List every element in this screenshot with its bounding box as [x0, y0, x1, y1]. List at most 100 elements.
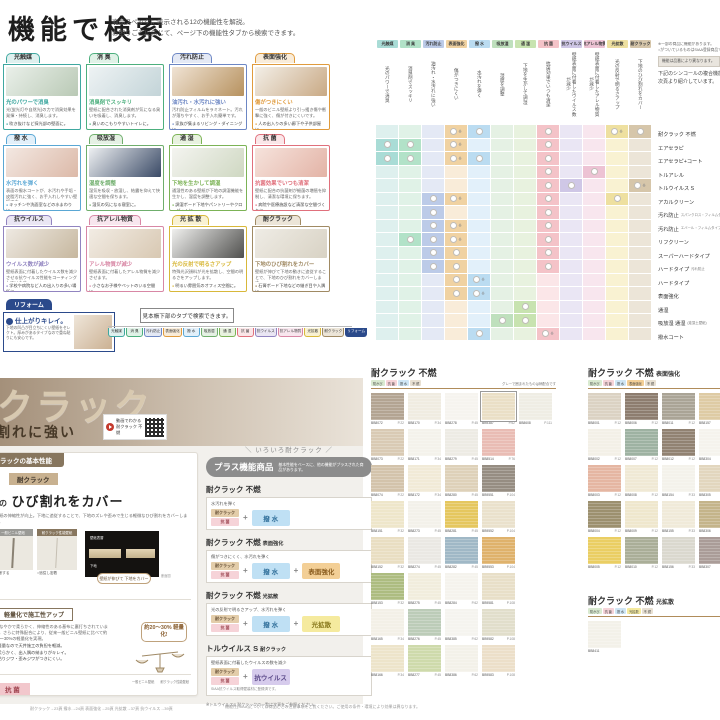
matrix-cell — [583, 166, 605, 179]
matrix-circle-mark — [430, 195, 437, 202]
matrix-row-name: ハードタイプ — [658, 266, 689, 273]
swatch-grid-body: BB8072P.22BB8170P.34BB8278P.45BB9387P.62… — [371, 393, 556, 677]
matrix-column-desc: 光のパワーで消臭 — [385, 51, 391, 117]
swatch-label: BB8165P.34 — [371, 637, 404, 641]
swatch-page: P.45 — [435, 565, 441, 569]
matrix-column-header: 抗ウイルス壁紙表面に付着したウイルス数が減少 — [560, 40, 583, 122]
cross-note: 断面図 — [161, 573, 171, 578]
swatch: BB9387P.62 — [482, 393, 515, 425]
plus-section-box: 傷がつきにくく、水汚れを弾く耐クラック抗 菌+撥 水+表面強化 — [206, 550, 372, 583]
matrix-column-desc: 下地のひび割れをカバー — [638, 51, 644, 117]
swatch-color — [371, 501, 404, 528]
matrix-cell — [422, 139, 444, 152]
swatch-page: P.22 — [398, 457, 404, 461]
swatch-label: BB8166P.34 — [371, 673, 404, 677]
base-chip-crack: 耐クラック — [211, 562, 239, 570]
swatch-color — [482, 465, 515, 492]
function-card-photo — [89, 229, 161, 258]
function-card-body: 抗菌効果でいつも清潔壁紙に配合の抗菌剤が細菌の増殖を抑制し、清潔な環境に保ちます… — [252, 145, 330, 211]
swatch-page: P.34 — [398, 673, 404, 677]
matrix-row-labels: 耐クラック 不燃エアセラピエアセラピ+コートトルアレルトルウイルス Sアカルクリ… — [658, 128, 720, 344]
plus-bubble: プラス機能商品 基本性能をベースに、他の機能がプラスされた商品があります。 — [206, 457, 372, 477]
matrix-cell — [399, 260, 421, 273]
swatch-grid-title: 耐クラック 不燃 光拡散 — [588, 594, 720, 607]
function-card-photo — [172, 67, 244, 96]
swatch-color — [482, 573, 515, 600]
swatch-color — [662, 537, 695, 564]
matrix-column-desc: 消臭剤でスッキリ — [408, 51, 414, 117]
matrix-cell — [560, 139, 582, 152]
matrix-cell: ※ — [537, 328, 559, 341]
function-mini-tab: 光触媒 — [108, 328, 125, 337]
matrix-cell — [376, 206, 398, 219]
swatch-page: P.45 — [472, 421, 478, 425]
plus-section: 耐クラック 不燃 光拡散光の反射で明るさアップ、水汚れを弾く耐クラック抗 菌+撥… — [206, 590, 372, 636]
function-card-tab: 表面強化 — [255, 53, 295, 63]
matrix-cell — [606, 166, 628, 179]
swatch-page: P.62 — [472, 601, 478, 605]
plus-section-suffix: 光拡散 — [263, 594, 279, 600]
function-card-photo — [172, 148, 244, 177]
swatch-label: BB9582P.108 — [482, 637, 515, 641]
swatch-code: BB8004 — [588, 529, 600, 533]
matrix-row-suffix: エバール・フィルムタイプ — [681, 227, 720, 231]
function-card-photo — [89, 148, 161, 177]
matrix-cell — [399, 287, 421, 300]
matrix-cell — [583, 247, 605, 260]
swatch-color — [371, 537, 404, 564]
function-cards-grid: 光触媒光のパワーで消臭光(蛍光灯や自然光)の力で消臭効果を発揮・持続し、消臭しま… — [3, 46, 330, 289]
matrix-row-label: 表面強化 — [658, 290, 720, 304]
plus-function-chip: 表面強化 — [302, 563, 340, 579]
plus-products-column: ＼ いろいろ耐クラック ／ プラス機能商品 基本性能をベースに、他の機能がプラス… — [206, 444, 372, 708]
matrix-cell — [629, 193, 651, 206]
swatch-page: P.104 — [507, 529, 515, 533]
swatch-page: P.45 — [435, 601, 441, 605]
swatch-page: P.104 — [507, 565, 515, 569]
plus-function-chip: 撥 水 — [252, 616, 290, 632]
matrix-column-chip: 消 臭 — [400, 40, 421, 48]
swatch-code: BB8305 — [699, 493, 711, 497]
matrix-cell: ※ — [629, 179, 651, 192]
matrix-cell — [514, 314, 536, 327]
matrix-cell — [491, 152, 513, 165]
matrix-row-name: 通湿 — [658, 307, 668, 314]
matrix-cell — [468, 193, 490, 206]
matrix-column-chip: 抗 菌 — [538, 40, 559, 48]
swatch-page: P.33 — [689, 565, 695, 569]
matrix-cell — [399, 139, 421, 152]
swatch-grid-badge: 撥 水 — [615, 608, 626, 614]
plus-section: トルウイルス S 耐クラック壁紙表面に付着したウイルスの数を減少耐クラック抗 菌… — [206, 643, 372, 696]
swatch-grid-body: BB8001P.12BB8006P.12BB8011P.12BB8157BB80… — [588, 393, 720, 569]
matrix-cell — [422, 206, 444, 219]
matrix-cell — [514, 260, 536, 273]
function-card-body: 下地を生かして調湿通湿性のある壁紙が下地の調湿機能を生かし、湿度を調整します。●… — [169, 145, 247, 211]
function-mini-tab: 耐クラック — [322, 328, 344, 337]
swatch-code: BB9582 — [482, 637, 494, 641]
swatch: BB8010P.12 — [625, 537, 658, 569]
matrix-cell — [606, 139, 628, 152]
matrix-cell — [583, 152, 605, 165]
plus-section-box: 水汚れを弾く耐クラック抗 菌+撥 水 — [206, 497, 372, 530]
swatch-empty — [519, 501, 552, 533]
swatch-label: BB8152P.32 — [371, 565, 404, 569]
matrix-cell — [560, 166, 582, 179]
plus-section-feature: 壁紙表面に付着したウイルスの数を減少 — [211, 660, 367, 666]
swatch-color — [588, 465, 621, 492]
matrix-column-chip: 抗アレル物質 — [584, 40, 605, 48]
matrix-row-name: エアセラピ — [658, 145, 684, 152]
swatch-page: P.34 — [398, 637, 404, 641]
matrix-cell — [537, 152, 559, 165]
matrix-circle-mark — [384, 141, 391, 148]
swatch-color — [408, 645, 441, 672]
bullet-icon: ● — [6, 284, 8, 288]
swatch-grid-title: 耐クラック 不燃 — [371, 366, 556, 379]
swatch-color — [588, 393, 621, 420]
swatch-code: BB8157 — [699, 421, 711, 425]
plus-section-box: 光の反射で明るさアップ、水汚れを弾く耐クラック抗 菌+撥 水+光拡散 — [206, 603, 372, 636]
matrix-cell: ※ — [445, 125, 467, 138]
matrix-circle-mark — [499, 317, 506, 324]
matrix-intro-line1: 下記のシンコールの複合機能商品を — [658, 70, 720, 78]
matrix-cell — [422, 328, 444, 341]
swatch-page: P.34 — [435, 421, 441, 425]
swatch-label: BB8012P.12 — [662, 457, 695, 461]
